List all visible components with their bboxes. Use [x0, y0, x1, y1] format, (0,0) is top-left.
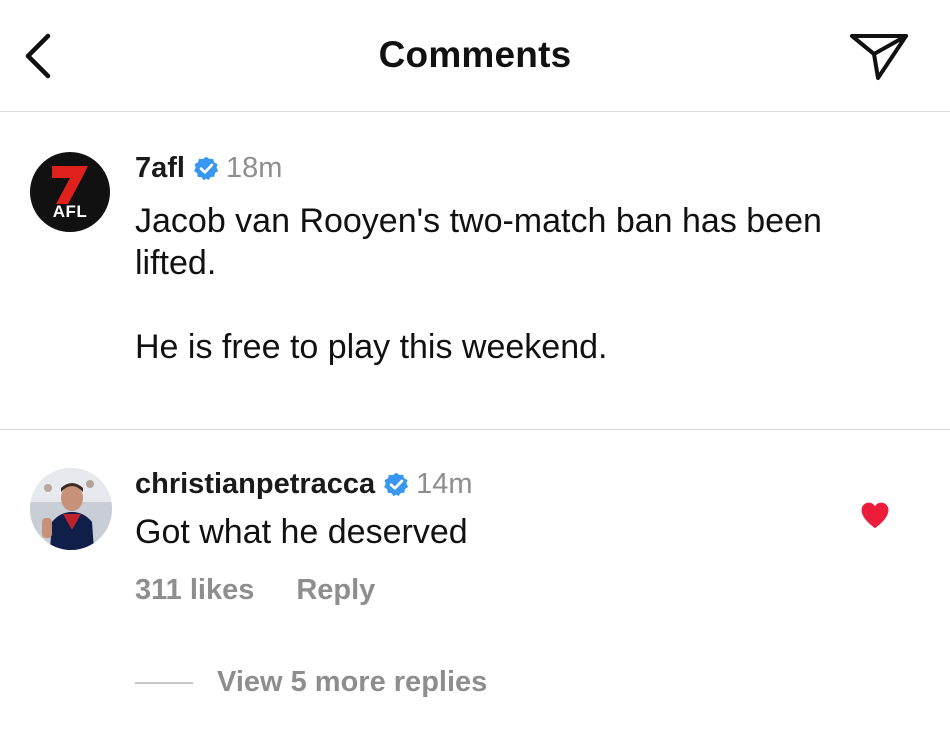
post-username[interactable]: 7afl: [135, 152, 185, 185]
avatar-christianpetracca[interactable]: [30, 468, 112, 550]
caption-text: Jacob van Rooyen's two-match ban has bee…: [135, 200, 905, 368]
comments-header: Comments: [0, 0, 950, 112]
player-photo-icon: [30, 468, 112, 550]
post-caption: AFL 7afl 18m Jacob van Rooyen's two-matc…: [0, 112, 950, 430]
view-more-replies[interactable]: View 5 more replies: [135, 666, 487, 699]
comment-timestamp: 14m: [416, 467, 473, 500]
replies-divider-line: [135, 681, 193, 684]
comment-username[interactable]: christianpetracca: [135, 468, 375, 501]
like-button[interactable]: [858, 498, 892, 532]
comment-text: Got what he deserved: [135, 513, 468, 551]
view-more-replies-label: View 5 more replies: [217, 666, 488, 698]
heart-filled-icon: [861, 502, 889, 529]
comment-item: christianpetracca 14m Got what he deserv…: [0, 430, 950, 750]
post-meta: 7afl 18m: [135, 150, 282, 186]
share-button[interactable]: [848, 30, 910, 82]
verified-badge-icon: [384, 472, 409, 496]
comment-actions: 311 likes Reply: [135, 574, 375, 607]
post-timestamp: 18m: [225, 151, 283, 184]
avatar-afl-label: AFL: [52, 202, 88, 221]
verified-badge-icon: [194, 156, 219, 180]
caption-line-2: He is free to play this weekend.: [135, 328, 608, 366]
like-count[interactable]: 311 likes: [135, 574, 254, 607]
reply-button[interactable]: Reply: [296, 574, 375, 607]
avatar-7afl[interactable]: AFL: [30, 152, 110, 232]
page-title: Comments: [378, 34, 572, 75]
comment-meta: christianpetracca 14m: [135, 466, 473, 502]
paper-plane-icon: [850, 34, 908, 80]
caption-line-1: Jacob van Rooyen's two-match ban has bee…: [135, 202, 822, 282]
